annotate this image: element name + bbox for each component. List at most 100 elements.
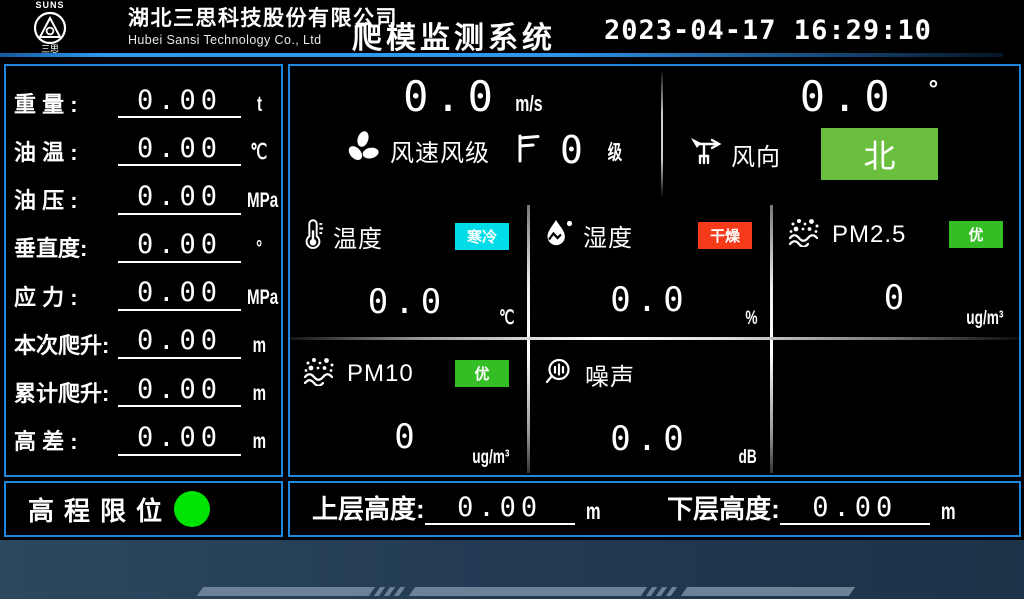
grid-divider (290, 337, 1019, 340)
total-climb-unit: m (252, 380, 265, 407)
wind-level-flag-icon (516, 133, 542, 168)
pm10-label: PM10 (347, 360, 414, 388)
pm10-status-badge: 优 (455, 360, 509, 387)
oil-temp-unit: ℃ (251, 139, 268, 166)
measurements-panel: 重 量 : 0.00 t 油 温 : 0.00 ℃ 油 压 : 0.00 MPa… (4, 64, 283, 477)
environment-panel: 0.0 m/s 风速风级 (288, 64, 1021, 477)
empty-cell (775, 342, 1019, 474)
thermometer-icon (302, 217, 324, 256)
datetime-display: 2023-04-17 16:29:10 (604, 15, 932, 46)
pm25-status-badge: 优 (949, 221, 1003, 248)
wind-vane-icon (689, 136, 723, 173)
humidity-value: 0.0 (532, 280, 768, 320)
noise-value: 0.0 (532, 419, 768, 459)
logo-suns-text: SUNS (26, 1, 74, 10)
wind-direction-compass-badge: 北 (821, 128, 938, 180)
wind-direction-unit: ° (929, 76, 939, 104)
verticality-row: 垂直度: 0.00 ° (14, 230, 277, 263)
header-accent-line (0, 53, 1003, 57)
height-diff-label: 高 差 : (14, 429, 118, 455)
weight-unit: t (256, 91, 261, 118)
pm25-cell: PM2.5 优 0 ug/m³ (775, 203, 1019, 335)
pm10-cell: PM10 优 0 ug/m³ (290, 342, 525, 474)
taskbar: 系统设置 (0, 540, 1024, 599)
humidity-drop-icon (544, 217, 574, 254)
wind-direction-label: 风向 (731, 137, 781, 172)
noise-unit: dB (738, 447, 756, 470)
verticality-unit: ° (256, 235, 262, 262)
pm10-unit: ug/m³ (473, 447, 510, 470)
company-logo: SUNS 三思 (26, 1, 74, 54)
fan-icon (344, 129, 382, 172)
wind-speed-unit: m/s (515, 91, 542, 117)
oil-temp-row: 油 温 : 0.00 ℃ (14, 134, 277, 167)
lower-height-value: 0.00 (780, 493, 930, 526)
temperature-unit: ℃ (499, 308, 514, 331)
stress-row: 应 力 : 0.00 MPa (14, 278, 277, 311)
wind-speed-value: 0.0 (403, 74, 500, 120)
oil-temp-value: 0.00 (118, 134, 241, 167)
verticality-value: 0.00 (118, 230, 241, 263)
upper-height-label: 上层高度: (312, 494, 425, 525)
wind-direction-section: 0.0 ° (663, 66, 1019, 201)
humidity-unit: % (745, 308, 757, 331)
height-diff-unit: m (252, 428, 265, 455)
noise-label: 噪声 (585, 357, 635, 392)
stress-value: 0.00 (118, 278, 241, 311)
upper-height-group: 上层高度: 0.00 m (312, 493, 603, 526)
total-climb-value: 0.00 (118, 375, 241, 408)
height-diff-row: 高 差 : 0.00 m (14, 423, 277, 456)
temperature-value: 0.0 (290, 282, 525, 322)
elevation-limit-status-indicator (174, 491, 210, 527)
wind-level-unit: 级 (608, 136, 622, 165)
layer-heights-panel: 上层高度: 0.00 m 下层高度: 0.00 m (288, 481, 1021, 537)
oil-temp-label: 油 温 : (14, 140, 118, 166)
page-title: 爬模监测系统 (352, 13, 556, 57)
current-climb-label: 本次爬升: (14, 333, 118, 359)
humidity-label: 湿度 (583, 218, 633, 253)
lower-height-group: 下层高度: 0.00 m (667, 493, 958, 526)
wind-speed-section: 0.0 m/s 风速风级 (290, 66, 661, 201)
oil-pressure-value: 0.00 (118, 182, 241, 215)
monitoring-screen: SUNS 三思 湖北三思科技股份有限公司 Hubei Sansi Technol… (0, 0, 1024, 599)
humidity-cell: 湿度 干燥 0.0 % (532, 203, 768, 335)
taskbar-decor-stripe (197, 587, 855, 596)
oil-pressure-label: 油 压 : (14, 188, 118, 214)
total-climb-label: 累计爬升: (14, 381, 118, 407)
wind-speed-label: 风速风级 (390, 133, 490, 168)
oil-pressure-unit: MPa (247, 187, 278, 214)
verticality-label: 垂直度: (14, 236, 118, 262)
lower-height-unit: m (941, 498, 956, 526)
current-climb-value: 0.00 (118, 326, 241, 359)
noise-cell: 噪声 0.0 dB (532, 342, 768, 474)
temperature-cell: 温度 寒冷 0.0 ℃ (290, 203, 525, 335)
temperature-status-badge: 寒冷 (455, 223, 509, 250)
upper-height-unit: m (586, 498, 601, 526)
pm25-label: PM2.5 (832, 221, 906, 249)
current-climb-row: 本次爬升: 0.00 m (14, 326, 277, 359)
lower-height-label: 下层高度: (667, 494, 780, 525)
elevation-limit-label: 高程限位 (28, 491, 172, 528)
upper-height-value: 0.00 (425, 493, 575, 526)
oil-pressure-row: 油 压 : 0.00 MPa (14, 182, 277, 215)
weight-label: 重 量 : (14, 92, 118, 118)
weight-value: 0.00 (118, 86, 241, 119)
elevation-limit-panel: 高程限位 (4, 481, 283, 537)
temperature-label: 温度 (333, 219, 383, 254)
total-climb-row: 累计爬升: 0.00 m (14, 375, 277, 408)
wind-direction-value: 0.0 (800, 74, 897, 120)
noise-icon (544, 356, 576, 393)
wind-level-value: 0 (560, 128, 585, 172)
company-logo-icon (33, 11, 67, 45)
pm25-unit: ug/m³ (967, 308, 1004, 331)
header: SUNS 三思 湖北三思科技股份有限公司 Hubei Sansi Technol… (0, 0, 1024, 55)
humidity-status-badge: 干燥 (698, 222, 752, 249)
dust-icon (302, 356, 338, 391)
dust-icon (787, 217, 823, 252)
weight-row: 重 量 : 0.00 t (14, 86, 277, 119)
sensor-grid: 温度 寒冷 0.0 ℃ 湿度 干燥 (290, 203, 1019, 475)
height-diff-value: 0.00 (118, 423, 241, 456)
current-climb-unit: m (252, 332, 265, 359)
stress-label: 应 力 : (14, 285, 118, 311)
stress-unit: MPa (247, 284, 278, 311)
